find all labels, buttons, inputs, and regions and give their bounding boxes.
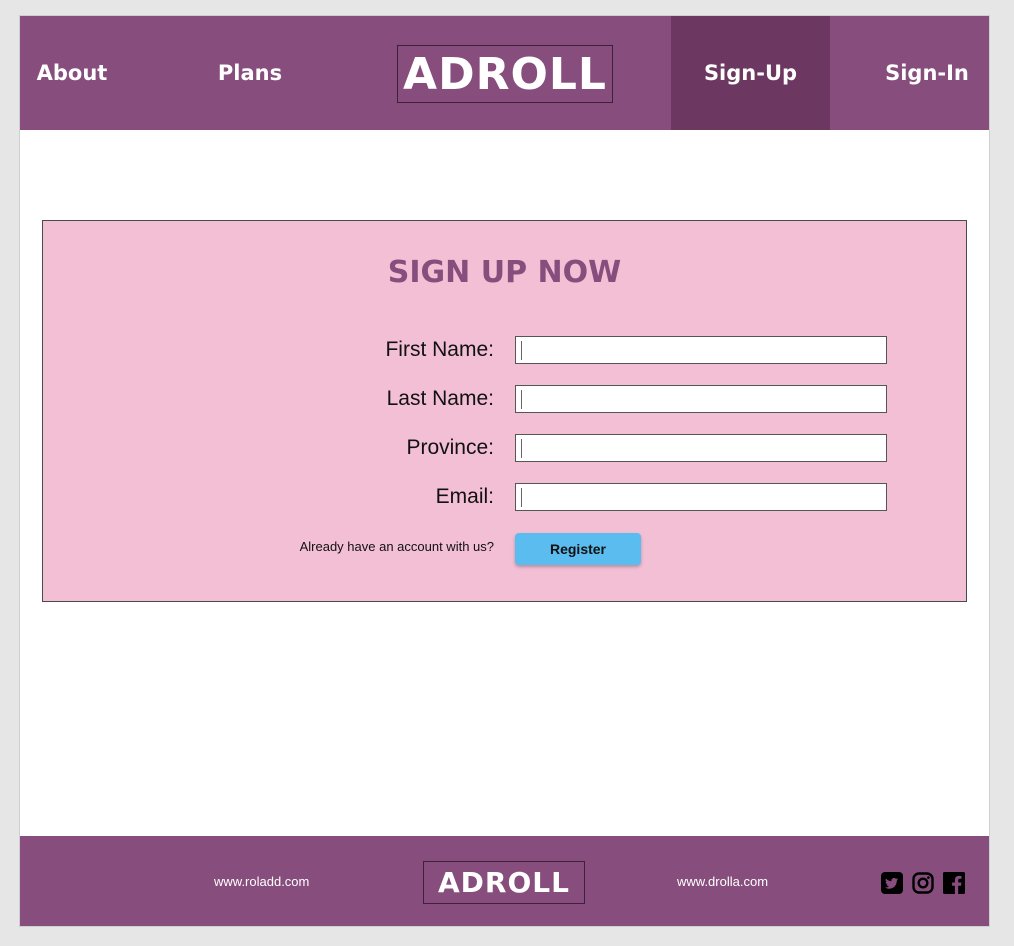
form-row-email: Email: [43,483,966,511]
text-caret [521,341,522,360]
last-name-input[interactable] [515,385,887,413]
instagram-icon[interactable] [912,872,934,894]
last-name-label: Last Name: [386,387,494,410]
footer-link-drolla[interactable]: www.drolla.com [677,836,768,926]
first-name-label: First Name: [385,338,494,361]
text-caret [521,439,522,458]
province-label: Province: [406,436,494,459]
nav-signin[interactable]: Sign-In [865,16,989,130]
twitter-icon[interactable] [881,872,903,894]
footer-link-roladd[interactable]: www.roladd.com [214,836,309,926]
signup-panel: SIGN UP NOW First Name: Last Name: Provi… [42,220,967,602]
email-label: Email: [435,485,494,508]
header-logo[interactable]: ADROLL [397,45,613,103]
form-row-last-name: Last Name: [43,385,966,413]
text-caret [521,390,522,409]
nav-signup[interactable]: Sign-Up [671,16,830,130]
nav-about[interactable]: About [20,16,124,130]
email-input[interactable] [515,483,887,511]
header: About Plans ADROLL Sign-Up Sign-In [20,16,989,130]
footer-logo[interactable]: ADROLL [423,861,585,904]
register-button[interactable]: Register [515,533,641,565]
first-name-input[interactable] [515,336,887,364]
facebook-icon[interactable] [943,872,965,894]
signup-title: SIGN UP NOW [387,255,622,290]
account-prompt: Already have an account with us? [299,539,494,554]
page-frame: About Plans ADROLL Sign-Up Sign-In SIGN … [19,15,990,927]
form-row-province: Province: [43,434,966,462]
footer: www.roladd.com ADROLL www.drolla.com [20,836,989,926]
nav-plans[interactable]: Plans [192,16,308,130]
text-caret [521,488,522,507]
form-row-first-name: First Name: [43,336,966,364]
province-input[interactable] [515,434,887,462]
